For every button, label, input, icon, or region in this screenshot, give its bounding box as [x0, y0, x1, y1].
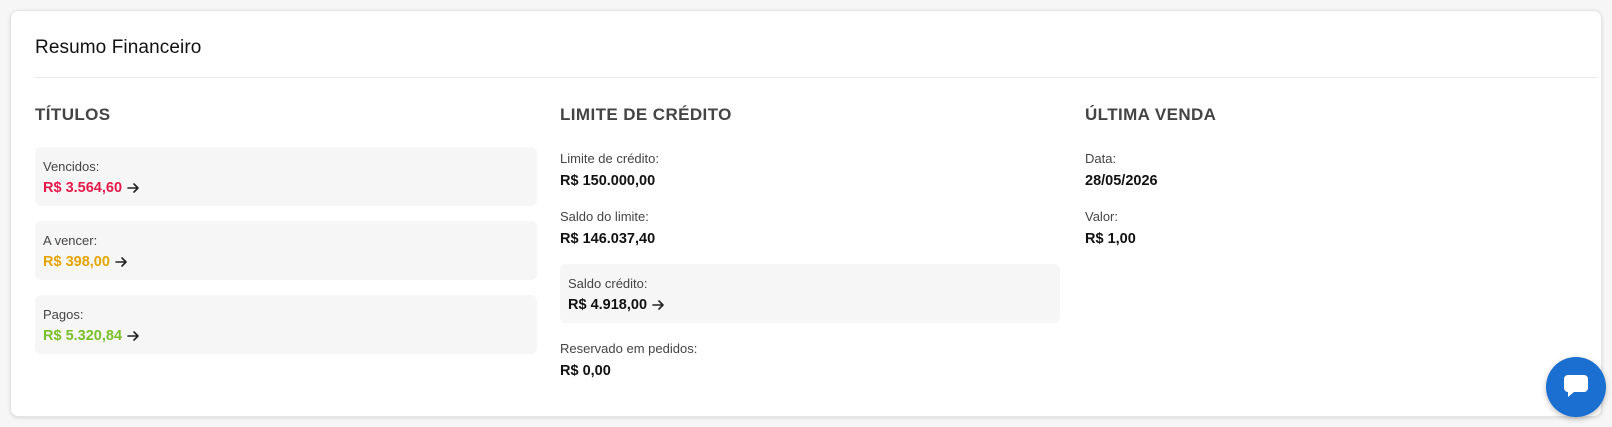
- reservado-item: Reservado em pedidos: R$ 0,00: [560, 341, 697, 380]
- saldo-limite-label: Saldo do limite:: [560, 209, 649, 224]
- data-item: Data: 28/05/2026: [1085, 151, 1158, 190]
- arrow-right-icon[interactable]: [127, 182, 140, 194]
- a-vencer-value: R$ 398,00: [43, 254, 110, 270]
- saldo-credito-label: Saldo crédito:: [568, 276, 648, 291]
- valor-item: Valor: R$ 1,00: [1085, 209, 1136, 248]
- saldo-credito-value: R$ 4.918,00: [568, 297, 648, 313]
- titulos-heading: TÍTULOS: [35, 105, 111, 124]
- chat-button[interactable]: [1546, 357, 1606, 417]
- a-vencer-box[interactable]: A vencer: R$ 398,00: [35, 221, 537, 280]
- a-vencer-label: A vencer:: [43, 233, 98, 248]
- arrow-right-icon[interactable]: [652, 299, 665, 311]
- limite-credito-section: LIMITE DE CRÉDITO Limite de crédito: R$ …: [560, 103, 1060, 379]
- titulos-section: TÍTULOS Vencidos: R$ 3.564,60 A vencer: …: [35, 103, 537, 354]
- arrow-right-icon[interactable]: [127, 330, 140, 342]
- limite-credito-label: Limite de crédito:: [560, 151, 659, 166]
- ultima-venda-section: ÚLTIMA VENDA Data: 28/05/2026 Valor: R$ …: [1085, 103, 1585, 247]
- pagos-box[interactable]: Pagos: R$ 5.320,84: [35, 295, 537, 354]
- data-label: Data:: [1085, 151, 1117, 166]
- data-value: 28/05/2026: [1085, 173, 1158, 189]
- chat-bubble-icon: [1562, 371, 1590, 404]
- divider: [35, 77, 1597, 78]
- limite-heading: LIMITE DE CRÉDITO: [560, 105, 732, 124]
- ultima-venda-heading: ÚLTIMA VENDA: [1085, 105, 1217, 124]
- reservado-value: R$ 0,00: [560, 363, 611, 379]
- saldo-credito-box[interactable]: Saldo crédito: R$ 4.918,00: [560, 264, 1060, 323]
- arrow-right-icon[interactable]: [115, 256, 128, 268]
- vencidos-value: R$ 3.564,60: [43, 180, 123, 196]
- vencidos-label: Vencidos:: [43, 159, 100, 174]
- pagos-value: R$ 5.320,84: [43, 328, 123, 344]
- valor-value: R$ 1,00: [1085, 231, 1136, 247]
- saldo-limite-value: R$ 146.037,40: [560, 231, 656, 247]
- limite-credito-item: Limite de crédito: R$ 150.000,00: [560, 151, 659, 190]
- saldo-limite-item: Saldo do limite: R$ 146.037,40: [560, 209, 655, 248]
- limite-credito-value: R$ 150.000,00: [560, 173, 656, 189]
- reservado-label: Reservado em pedidos:: [560, 341, 698, 356]
- valor-label: Valor:: [1085, 209, 1118, 224]
- financial-summary-card: Resumo Financeiro TÍTULOS Vencidos: R$ 3…: [10, 10, 1602, 417]
- pagos-label: Pagos:: [43, 307, 84, 322]
- card-title: Resumo Financeiro: [35, 37, 202, 58]
- vencidos-box[interactable]: Vencidos: R$ 3.564,60: [35, 147, 537, 206]
